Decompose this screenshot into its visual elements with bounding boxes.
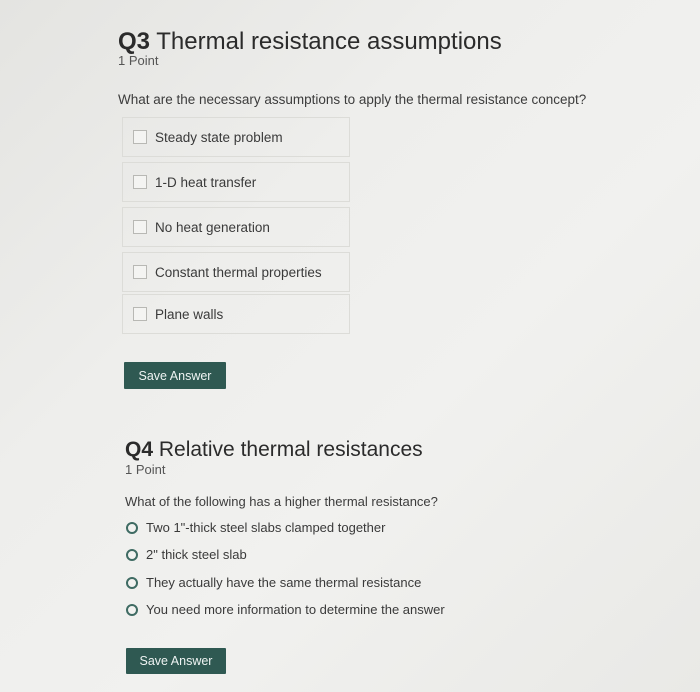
q4-option-label: 2" thick steel slab (146, 547, 247, 562)
q3-title: Q3 Thermal resistance assumptions (118, 28, 502, 56)
q4-save-answer-button[interactable]: Save Answer (126, 648, 226, 674)
checkbox[interactable] (133, 220, 147, 234)
q3-save-answer-button[interactable]: Save Answer (124, 362, 226, 389)
q4-title: Q4 Relative thermal resistances (125, 438, 423, 462)
q4-option-same[interactable]: They actually have the same thermal resi… (126, 575, 421, 590)
q4-prompt: What of the following has a higher therm… (125, 494, 438, 509)
q3-title-text: Thermal resistance assumptions (156, 28, 502, 55)
q4-option-need-more-info[interactable]: You need more information to determine t… (126, 602, 445, 617)
checkbox[interactable] (133, 130, 147, 144)
q4-title-text: Relative thermal resistances (158, 438, 423, 461)
q3-option-label: Plane walls (155, 306, 224, 322)
q3-option-constant-props[interactable]: Constant thermal properties (122, 252, 350, 292)
q3-option-label: Steady state problem (155, 129, 283, 145)
q4-option-two-slabs[interactable]: Two 1"-thick steel slabs clamped togethe… (126, 520, 385, 535)
q4-option-label: They actually have the same thermal resi… (146, 575, 422, 590)
radio-button[interactable] (126, 603, 138, 616)
q3-number: Q3 (118, 28, 151, 55)
q4-option-label: Two 1"-thick steel slabs clamped togethe… (146, 520, 386, 535)
radio-button[interactable] (126, 521, 138, 534)
radio-button[interactable] (126, 576, 138, 589)
q3-option-label: No heat generation (155, 219, 270, 235)
q4-option-label: You need more information to determine t… (146, 602, 445, 617)
q3-points: 1 Point (118, 53, 159, 68)
radio-button[interactable] (126, 548, 138, 561)
q4-option-single-slab[interactable]: 2" thick steel slab (126, 547, 247, 562)
checkbox[interactable] (133, 265, 147, 279)
q3-option-steady-state[interactable]: Steady state problem (122, 117, 350, 157)
q4-number: Q4 (125, 438, 154, 461)
q4-points: 1 Point (125, 462, 166, 477)
q3-option-label: Constant thermal properties (155, 264, 322, 280)
checkbox[interactable] (133, 307, 147, 321)
q3-option-label: 1-D heat transfer (155, 174, 257, 190)
q3-option-1d[interactable]: 1-D heat transfer (122, 162, 350, 202)
q3-prompt: What are the necessary assumptions to ap… (118, 92, 587, 107)
q3-option-no-heat-gen[interactable]: No heat generation (122, 207, 350, 247)
q3-option-plane-walls[interactable]: Plane walls (122, 294, 350, 334)
checkbox[interactable] (133, 175, 147, 189)
